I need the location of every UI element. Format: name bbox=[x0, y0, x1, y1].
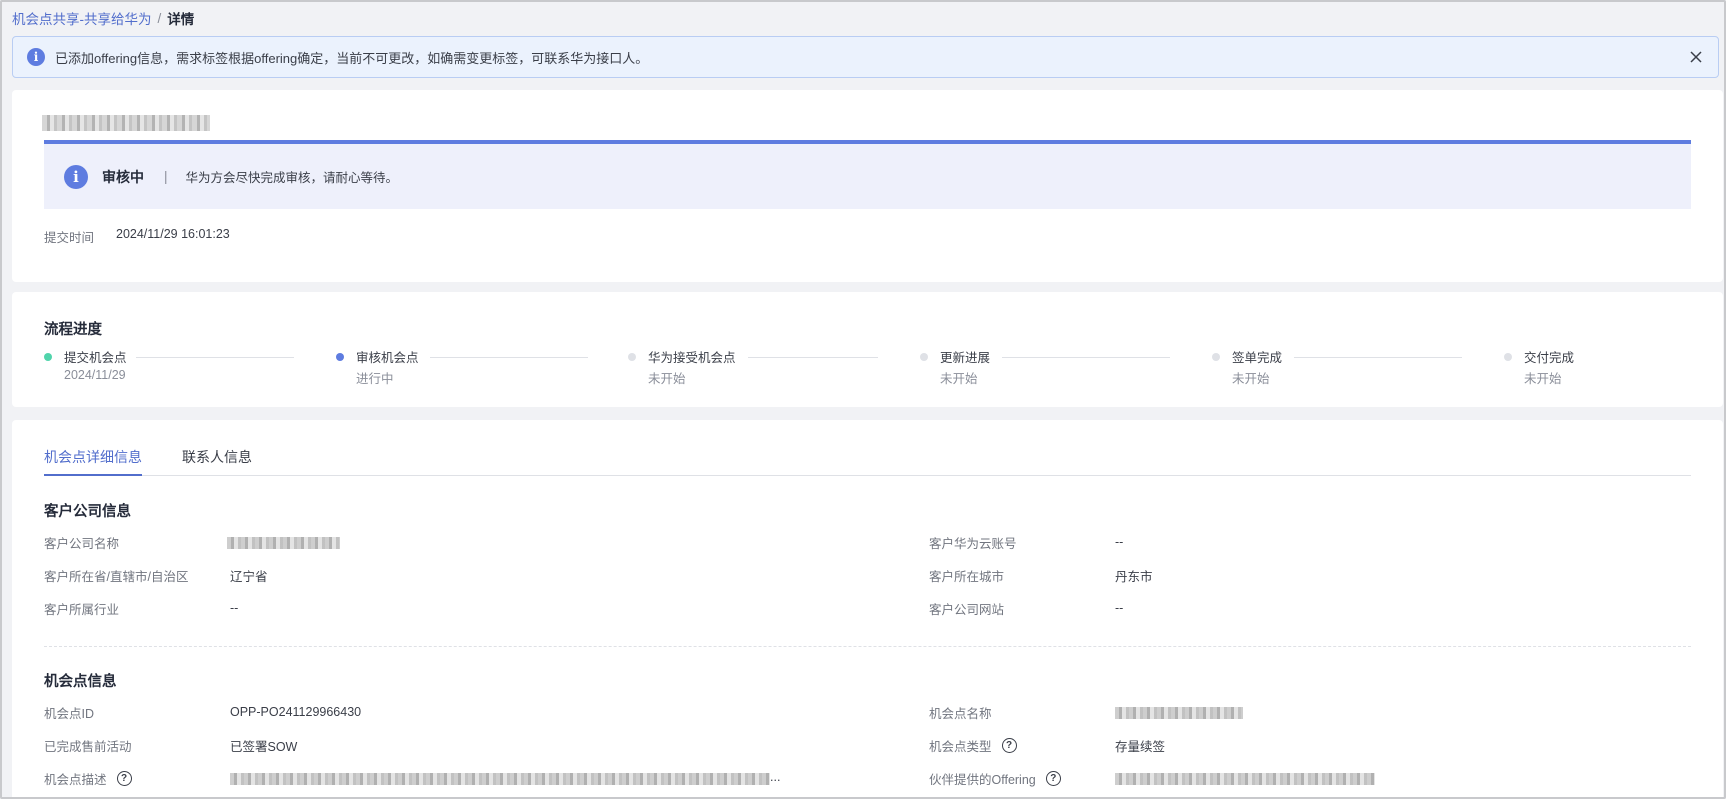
customer-section-title: 客户公司信息 bbox=[44, 504, 131, 520]
description-ellipsis: ... bbox=[770, 770, 781, 784]
progress-title: 流程进度 bbox=[44, 322, 102, 338]
customer-company-name-field: 客户公司名称 bbox=[44, 533, 119, 551]
alert-message: 已添加offering信息，需求标签根据offering确定，当前不可更改，如确… bbox=[55, 50, 649, 66]
step-subtitle: 未开始 bbox=[1524, 372, 1562, 386]
field-label: 机会点ID bbox=[44, 706, 95, 721]
breadcrumb: 机会点共享-共享给华为 / 详情 bbox=[12, 8, 194, 28]
step-dot bbox=[1504, 353, 1512, 361]
breadcrumb-current: 详情 bbox=[167, 12, 195, 27]
step-dot bbox=[920, 353, 928, 361]
step-title: 更新进展 bbox=[940, 351, 991, 365]
field-value: -- bbox=[1115, 535, 1124, 549]
info-icon: i bbox=[64, 164, 88, 189]
close-icon[interactable] bbox=[1686, 47, 1706, 67]
step-dot bbox=[628, 353, 636, 361]
step-connector bbox=[748, 357, 878, 358]
customer-cloud-account-field: 客户华为云账号 -- bbox=[929, 533, 1329, 551]
info-alert-banner: i 已添加offering信息，需求标签根据offering确定，当前不可更改，… bbox=[12, 36, 1719, 78]
progress-card: 流程进度 提交机会点 2024/11/29 审核机会点 进行中 华为接受机会点 … bbox=[12, 292, 1723, 407]
step-connector bbox=[430, 357, 588, 358]
customer-industry-field: 客户所属行业 -- bbox=[44, 599, 444, 617]
opportunity-name-redacted bbox=[1115, 707, 1243, 719]
step-subtitle: 未开始 bbox=[1232, 372, 1270, 386]
step-title: 提交机会点 bbox=[64, 351, 127, 365]
partner-offering-field: 伙伴提供的Offering ? bbox=[929, 769, 1061, 787]
customer-website-field: 客户公司网站 -- bbox=[929, 599, 1329, 617]
step-subtitle: 进行中 bbox=[356, 372, 394, 386]
field-label: 客户所在城市 bbox=[929, 569, 1005, 584]
opportunity-section-title: 机会点信息 bbox=[44, 674, 117, 690]
customer-company-name-redacted bbox=[227, 537, 340, 549]
field-label: 客户所属行业 bbox=[44, 602, 120, 617]
field-value: -- bbox=[1115, 601, 1124, 615]
help-icon[interactable]: ? bbox=[1001, 737, 1017, 753]
breadcrumb-parent-link[interactable]: 机会点共享-共享给华为 bbox=[12, 8, 152, 28]
field-value: 丹东市 bbox=[1115, 569, 1153, 584]
status-box: i 审核中 | 华为方会尽快完成审核，请耐心等待。 bbox=[44, 140, 1691, 209]
field-value: -- bbox=[230, 601, 239, 615]
info-icon: i bbox=[27, 48, 45, 66]
opportunity-id-field: 机会点ID OPP-PO241129966430 bbox=[44, 703, 444, 721]
field-label: 伙伴提供的Offering bbox=[929, 772, 1036, 787]
section-divider bbox=[44, 646, 1691, 647]
submit-time-label: 提交时间 bbox=[44, 231, 95, 245]
step-title: 交付完成 bbox=[1524, 351, 1575, 365]
details-card: 机会点详细信息 联系人信息 客户公司信息 客户公司名称 客户华为云账号 -- 客… bbox=[12, 420, 1723, 799]
step-dot bbox=[336, 353, 344, 361]
field-label: 机会点描述 bbox=[44, 772, 107, 787]
field-value: OPP-PO241129966430 bbox=[230, 705, 362, 719]
presales-activity-field: 已完成售前活动 已签署SOW bbox=[44, 736, 444, 754]
tab-contact-info[interactable]: 联系人信息 bbox=[182, 447, 252, 476]
step-subtitle: 2024/11/29 bbox=[64, 368, 126, 382]
step-subtitle: 未开始 bbox=[648, 372, 686, 386]
step-title: 审核机会点 bbox=[356, 351, 419, 365]
field-label: 已完成售前活动 bbox=[44, 739, 132, 754]
opportunity-name-field: 机会点名称 bbox=[929, 703, 992, 721]
step-connector bbox=[136, 357, 294, 358]
field-label: 客户公司名称 bbox=[44, 536, 120, 551]
field-value: 存量续签 bbox=[1115, 739, 1166, 754]
status-divider: | bbox=[164, 169, 168, 184]
status-label: 审核中 bbox=[102, 168, 144, 185]
step-title: 签单完成 bbox=[1232, 351, 1283, 365]
field-label: 客户所在省/直辖市/自治区 bbox=[44, 569, 189, 584]
partner-offering-redacted bbox=[1115, 773, 1375, 785]
opportunity-type-field: 机会点类型 ? 存量续签 bbox=[929, 736, 1329, 754]
step-connector bbox=[1002, 357, 1170, 358]
field-label: 机会点名称 bbox=[929, 706, 992, 721]
step-connector bbox=[1294, 357, 1462, 358]
step-dot bbox=[1212, 353, 1220, 361]
status-message: 华为方会尽快完成审核，请耐心等待。 bbox=[185, 171, 399, 185]
status-card: i 审核中 | 华为方会尽快完成审核，请耐心等待。 提交时间 2024/11/2… bbox=[12, 90, 1723, 282]
field-value: 辽宁省 bbox=[230, 569, 268, 584]
customer-city-field: 客户所在城市 丹东市 bbox=[929, 566, 1329, 584]
opportunity-title-redacted bbox=[42, 115, 210, 131]
submit-time-row: 提交时间 2024/11/29 16:01:23 bbox=[44, 227, 230, 246]
customer-province-field: 客户所在省/直辖市/自治区 辽宁省 bbox=[44, 566, 444, 584]
opportunity-description-redacted bbox=[230, 773, 770, 785]
step-subtitle: 未开始 bbox=[940, 372, 978, 386]
step-title: 华为接受机会点 bbox=[648, 351, 736, 365]
tab-opportunity-details[interactable]: 机会点详细信息 bbox=[44, 447, 142, 476]
step-dot bbox=[44, 353, 52, 361]
submit-time-value: 2024/11/29 16:01:23 bbox=[116, 227, 230, 241]
progress-steps: 提交机会点 2024/11/29 审核机会点 进行中 华为接受机会点 未开始 更… bbox=[44, 347, 1704, 397]
field-label: 客户华为云账号 bbox=[929, 536, 1017, 551]
field-value: 已签署SOW bbox=[230, 739, 298, 754]
breadcrumb-separator: / bbox=[157, 10, 162, 26]
detail-tabs: 机会点详细信息 联系人信息 bbox=[44, 447, 1691, 476]
help-icon[interactable]: ? bbox=[1045, 770, 1061, 786]
field-label: 机会点类型 bbox=[929, 739, 992, 754]
field-label: 客户公司网站 bbox=[929, 602, 1005, 617]
help-icon[interactable]: ? bbox=[116, 770, 132, 786]
opportunity-description-field: 机会点描述 ? bbox=[44, 769, 132, 787]
